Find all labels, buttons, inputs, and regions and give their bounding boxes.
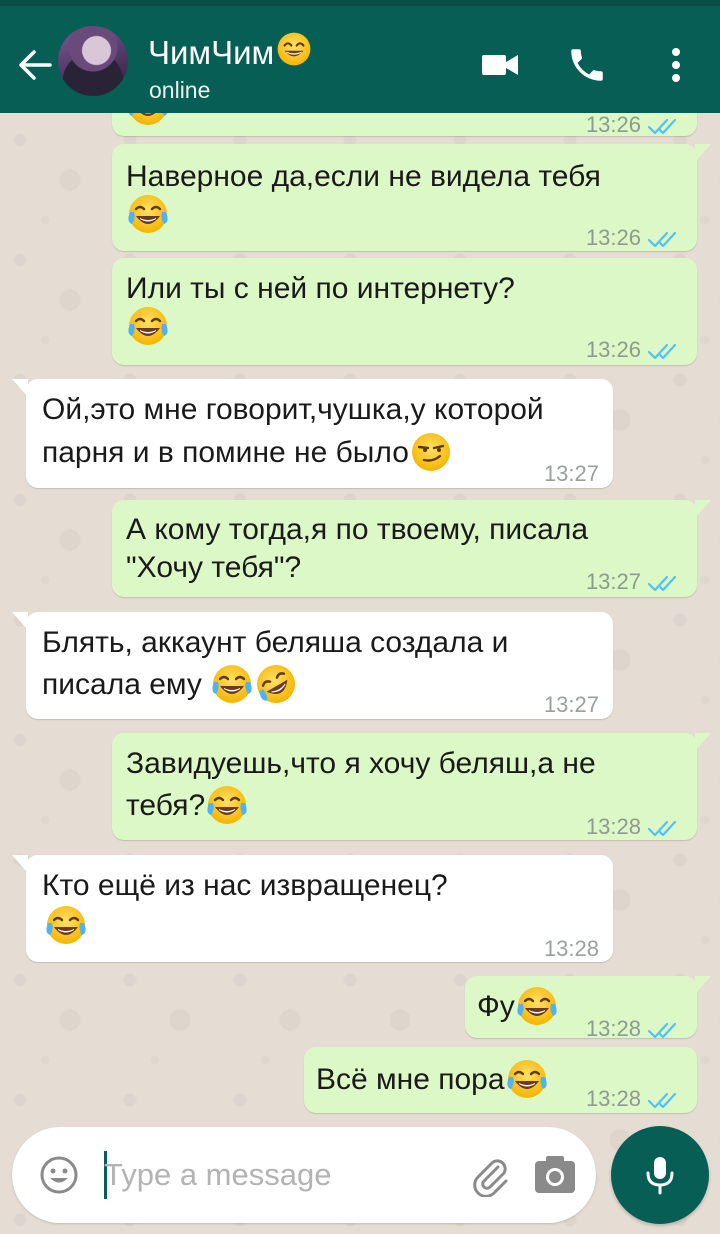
message-text: писала ему xyxy=(42,668,202,701)
contact-name-container[interactable]: ЧимЧим xyxy=(148,30,313,73)
message-bubble-outgoing[interactable]: Наверное да,если не видела тебя 13:26 xyxy=(112,144,711,251)
smiley-icon[interactable] xyxy=(38,1154,80,1196)
joy-emoji-icon xyxy=(505,1057,549,1101)
message-input[interactable] xyxy=(104,1153,464,1197)
message-time: 13:28 xyxy=(585,814,641,839)
message-bubble-outgoing[interactable]: Завидуешь,что я хочу беляш,а не тебя? 13… xyxy=(112,733,711,840)
read-ticks-icon xyxy=(647,573,679,593)
message-meta: 13:28 xyxy=(586,1080,679,1118)
bubble-tail xyxy=(12,379,28,397)
arrow-left-icon xyxy=(19,50,52,80)
smirking-face-icon xyxy=(409,430,453,474)
rofl-emoji-icon xyxy=(254,662,298,706)
chat-header-top: ЧимЧим online xyxy=(0,0,720,113)
message-text: тебя? xyxy=(126,789,206,822)
message-meta: 13:28 xyxy=(586,1010,679,1048)
video-camera-icon xyxy=(482,55,518,75)
grinning-face-icon xyxy=(275,30,313,68)
joy-emoji-icon xyxy=(126,192,170,236)
contact-avatar[interactable] xyxy=(58,26,128,96)
joy-emoji-icon xyxy=(205,783,249,827)
message-meta: 13:28 xyxy=(586,808,679,846)
bubble-tail xyxy=(12,612,28,630)
message-text-line-2: парня и в помине не было xyxy=(42,434,453,474)
message-text: Кто ещё из нас извращенец? xyxy=(42,869,448,902)
read-ticks-icon xyxy=(647,818,679,838)
message-bubble-outgoing[interactable]: Или ты с ней по интернету? 13:26 xyxy=(112,258,697,365)
bubble-tail xyxy=(695,500,711,518)
message-time: 13:26 xyxy=(585,112,641,137)
message-text-line-2: писала ему xyxy=(42,666,298,706)
message-time: 13:28 xyxy=(543,936,599,961)
bubble-tail xyxy=(695,733,711,751)
read-ticks-icon xyxy=(647,1020,679,1040)
camera-icon[interactable] xyxy=(532,1153,578,1197)
message-meta: 13:27 xyxy=(544,686,599,724)
message-bubble-outgoing[interactable]: Всё мне пора 13:28 xyxy=(304,1047,697,1113)
message-text-line: Всё мне пора xyxy=(316,1061,549,1101)
contact-name: ЧимЧим xyxy=(148,34,275,71)
message-bubble-incoming[interactable]: Ой,это мне говорит,чушка,у которой парня… xyxy=(12,379,613,488)
message-time: 13:28 xyxy=(585,1016,641,1041)
paperclip-icon[interactable] xyxy=(468,1153,512,1197)
video-call-button[interactable] xyxy=(479,44,521,86)
joy-emoji-icon xyxy=(515,984,559,1028)
joy-emoji-icon xyxy=(126,304,170,348)
bubble-tail xyxy=(12,855,28,873)
message-bubble-incoming[interactable]: Кто ещё из нас извращенец? 13:28 xyxy=(12,855,613,962)
phone-icon xyxy=(571,49,603,81)
bubble-tail xyxy=(695,976,711,994)
message-text: Всё мне пора xyxy=(316,1063,505,1096)
message-text: А кому тогда,я по твоему, писала xyxy=(126,513,589,546)
read-ticks-icon xyxy=(647,341,679,361)
message-text-line-2: тебя? xyxy=(126,787,249,827)
message-time: 13:28 xyxy=(585,1086,641,1111)
message-time: 13:27 xyxy=(585,569,641,594)
message-text: Завидуешь,что я хочу беляш,а не xyxy=(126,747,596,780)
more-options-button[interactable] xyxy=(656,44,696,86)
message-text: "Хочу тебя"? xyxy=(126,551,302,584)
message-time: 13:27 xyxy=(543,692,599,717)
joy-emoji-icon xyxy=(44,903,88,947)
message-time: 13:26 xyxy=(585,225,641,250)
message-meta: 13:26 xyxy=(586,219,679,257)
message-text: Блять, аккаунт беляша создала и xyxy=(42,626,509,659)
voice-message-button[interactable] xyxy=(611,1126,709,1224)
message-text: Наверное да,если не видела тебя xyxy=(126,160,601,193)
message-bubble-outgoing[interactable]: Фу 13:28 xyxy=(465,976,711,1041)
message-bubble-incoming[interactable]: Блять, аккаунт беляша создала и писала е… xyxy=(12,612,613,719)
message-time: 13:26 xyxy=(585,337,641,362)
message-composer xyxy=(12,1127,596,1223)
bubble-tail xyxy=(695,144,711,162)
message-text: Фу xyxy=(477,990,515,1023)
read-ticks-icon xyxy=(647,116,679,136)
voice-call-button[interactable] xyxy=(566,44,608,86)
message-bubble-outgoing[interactable]: А кому тогда,я по твоему, писала "Хочу т… xyxy=(112,500,711,597)
message-meta: 13:27 xyxy=(544,455,599,493)
read-ticks-icon xyxy=(647,229,679,249)
message-text: Ой,это мне говорит,чушка,у которой xyxy=(42,393,544,426)
back-button[interactable] xyxy=(14,44,56,86)
read-ticks-icon xyxy=(647,1090,679,1110)
message-text: Или ты с ней по интернету? xyxy=(126,272,515,305)
message-meta: 13:27 xyxy=(586,563,679,601)
message-text-line: Фу xyxy=(477,988,559,1028)
contact-status: online xyxy=(149,77,211,103)
message-time: 13:27 xyxy=(543,461,599,486)
message-text: парня и в помине не было xyxy=(42,436,409,469)
message-meta: 13:28 xyxy=(544,930,599,968)
message-meta: 13:26 xyxy=(586,331,679,369)
microphone-icon xyxy=(646,1157,674,1195)
more-vertical-icon xyxy=(672,48,680,82)
joy-emoji-icon xyxy=(210,662,254,706)
